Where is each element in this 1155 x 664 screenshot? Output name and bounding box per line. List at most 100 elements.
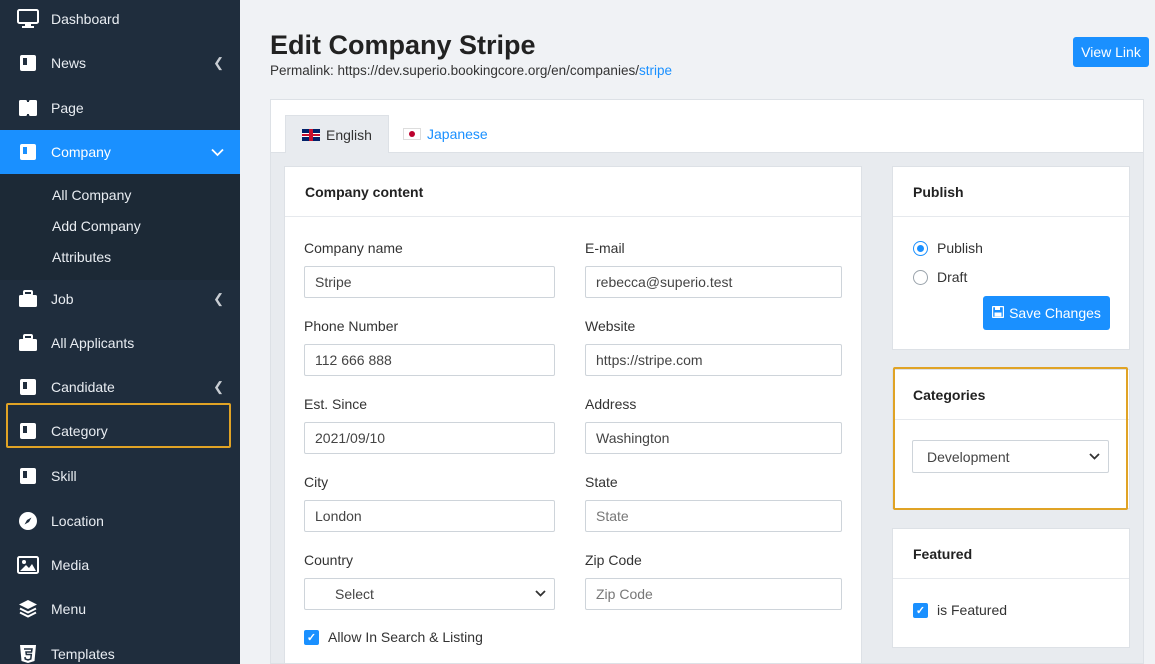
sidebar-item-menu[interactable]: Menu bbox=[0, 587, 240, 631]
address-input[interactable]: Washington bbox=[585, 422, 842, 454]
sidebar-item-label: Category bbox=[51, 423, 108, 439]
sidebar-item-category[interactable]: Category bbox=[0, 409, 240, 453]
sidebar-item-media[interactable]: Media bbox=[0, 543, 240, 587]
publish-radio[interactable] bbox=[913, 240, 928, 256]
categories-card: Categories Development bbox=[892, 369, 1130, 509]
website-label: Website bbox=[585, 318, 636, 334]
submenu-attributes[interactable]: Attributes bbox=[52, 249, 111, 265]
draft-radio[interactable] bbox=[913, 269, 928, 285]
card-title: Categories bbox=[893, 370, 1129, 420]
sidebar-item-label: Company bbox=[51, 144, 111, 160]
monitor-icon bbox=[17, 8, 39, 30]
book-icon bbox=[17, 376, 39, 398]
chevron-left-icon: ❮ bbox=[213, 291, 224, 306]
permalink: Permalink: https://dev.superio.bookingco… bbox=[270, 63, 672, 78]
phone-input[interactable]: 112 666 888 bbox=[304, 344, 555, 376]
draft-option-row[interactable]: Draft bbox=[913, 269, 967, 285]
book-icon bbox=[17, 52, 39, 74]
country-select-value: Select bbox=[335, 586, 374, 602]
city-label: City bbox=[304, 474, 329, 490]
briefcase-icon bbox=[17, 332, 39, 354]
address-label: Address bbox=[585, 396, 637, 412]
est-since-label: Est. Since bbox=[304, 396, 368, 412]
sidebar-item-label: All Applicants bbox=[51, 335, 135, 351]
featured-row: ✓ is Featured bbox=[913, 602, 1007, 618]
card-title: Publish bbox=[893, 167, 1129, 217]
sidebar-item-label: Page bbox=[51, 100, 84, 116]
zip-input[interactable]: Zip Code bbox=[585, 578, 842, 610]
allow-search-row: ✓ Allow In Search & Listing bbox=[304, 629, 483, 645]
sidebar-item-templates[interactable]: Templates bbox=[0, 632, 240, 664]
chevron-down-icon bbox=[535, 588, 546, 600]
publish-option-row[interactable]: Publish bbox=[913, 240, 983, 256]
compass-icon bbox=[17, 510, 39, 532]
permalink-label: Permalink: https://dev.superio.bookingco… bbox=[270, 63, 639, 78]
submenu-add-company[interactable]: Add Company bbox=[52, 218, 141, 234]
email-input[interactable]: rebecca@superio.test bbox=[585, 266, 842, 298]
save-changes-label: Save Changes bbox=[1009, 305, 1101, 321]
card-title: Company content bbox=[285, 167, 861, 217]
sidebar-item-company[interactable]: Company bbox=[0, 130, 240, 174]
book-icon bbox=[17, 420, 39, 442]
sidebar-item-label: Dashboard bbox=[51, 11, 120, 27]
website-input[interactable]: https://stripe.com bbox=[585, 344, 842, 376]
sidebar-item-label: Job bbox=[51, 291, 74, 307]
allow-search-checkbox[interactable]: ✓ bbox=[304, 629, 319, 645]
chevron-down-icon bbox=[1089, 451, 1100, 463]
country-select[interactable]: Select bbox=[304, 578, 555, 610]
tab-label: English bbox=[326, 126, 372, 143]
page-icon bbox=[17, 97, 39, 119]
japan-flag-icon bbox=[403, 128, 421, 140]
tab-label: Japanese bbox=[427, 126, 488, 142]
html5-icon bbox=[17, 643, 39, 664]
sidebar-item-location[interactable]: Location bbox=[0, 499, 240, 543]
category-select[interactable]: Development bbox=[912, 440, 1109, 473]
draft-option-label: Draft bbox=[937, 269, 968, 285]
publish-option-label: Publish bbox=[937, 240, 983, 256]
featured-checkbox[interactable]: ✓ bbox=[913, 602, 928, 618]
view-link-button[interactable]: View Link bbox=[1073, 37, 1149, 67]
layers-icon bbox=[17, 598, 39, 620]
est-since-input[interactable]: 2021/09/10 bbox=[304, 422, 555, 454]
sidebar-item-dashboard[interactable]: Dashboard bbox=[0, 0, 240, 41]
tab-japanese[interactable]: Japanese bbox=[387, 115, 504, 153]
allow-search-label: Allow In Search & Listing bbox=[328, 629, 483, 645]
featured-label: is Featured bbox=[937, 602, 1008, 618]
image-icon bbox=[17, 554, 39, 576]
sidebar-item-label: Skill bbox=[51, 468, 77, 484]
phone-label: Phone Number bbox=[304, 318, 399, 334]
country-label: Country bbox=[304, 552, 354, 568]
sidebar-item-news[interactable]: News ❮ bbox=[0, 41, 240, 85]
sidebar-item-label: Media bbox=[51, 557, 90, 573]
chevron-down-icon bbox=[211, 145, 224, 160]
state-label: State bbox=[585, 474, 618, 490]
tab-english[interactable]: English bbox=[285, 115, 389, 153]
save-icon bbox=[991, 305, 1005, 321]
briefcase-icon bbox=[17, 288, 39, 310]
sidebar-item-label: Location bbox=[51, 513, 104, 529]
uk-flag-icon bbox=[302, 128, 320, 141]
sidebar-item-all-applicants[interactable]: All Applicants bbox=[0, 321, 240, 365]
sidebar-item-label: Menu bbox=[51, 601, 87, 617]
featured-card: Featured ✓ is Featured bbox=[892, 528, 1130, 648]
permalink-slug-link[interactable]: stripe bbox=[639, 63, 672, 78]
save-changes-button[interactable]: Save Changes bbox=[983, 296, 1110, 330]
sidebar-item-candidate[interactable]: Candidate ❮ bbox=[0, 365, 240, 409]
sidebar: Dashboard News ❮ Page Company All Compan… bbox=[0, 0, 240, 664]
publish-card: Publish Publish Draft Save Changes bbox=[892, 166, 1130, 350]
book-icon bbox=[17, 465, 39, 487]
book-icon bbox=[17, 141, 39, 163]
company-submenu: All Company Add Company Attributes bbox=[0, 174, 240, 280]
state-input[interactable]: State bbox=[585, 500, 842, 532]
submenu-all-company[interactable]: All Company bbox=[52, 187, 131, 203]
tab-bar: English Japanese bbox=[271, 100, 1143, 153]
sidebar-item-page[interactable]: Page bbox=[0, 86, 240, 130]
city-input[interactable]: London bbox=[304, 500, 555, 532]
sidebar-item-skill[interactable]: Skill bbox=[0, 454, 240, 498]
zip-label: Zip Code bbox=[585, 552, 642, 568]
chevron-left-icon: ❮ bbox=[213, 379, 224, 394]
category-select-value: Development bbox=[927, 448, 1010, 465]
card-title: Featured bbox=[893, 529, 1129, 579]
company-name-input[interactable]: Stripe bbox=[304, 266, 555, 298]
sidebar-item-job[interactable]: Job ❮ bbox=[0, 277, 240, 321]
